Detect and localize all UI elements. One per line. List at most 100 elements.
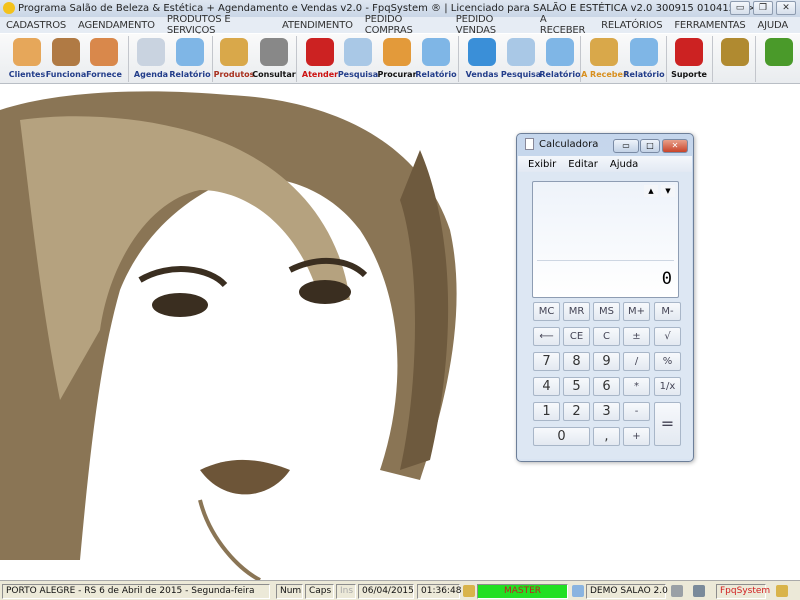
status-location-date: PORTO ALEGRE - RS 6 de Abril de 2015 - S… [2,584,270,599]
toolbar-separator [580,36,581,82]
database-icon [572,585,584,597]
menu-pedido-compras[interactable]: PEDIDO COMPRAS [365,14,444,36]
calc-button-25[interactable]: 0 [533,427,590,446]
exit-icon [765,38,793,66]
search-icon [344,38,372,66]
user-icon-2 [776,585,788,597]
toolbar-button-fornece-2[interactable]: Fornece [84,36,124,82]
printer-icon [422,38,450,66]
window-title: Programa Salão de Beleza & Estética + Ag… [18,3,764,14]
calc-button-6[interactable]: CE [563,327,590,346]
menu-agendamento[interactable]: AGENDAMENTO [78,20,155,31]
toolbar-separator [755,36,756,82]
barcode-icon [260,38,288,66]
calc-button-7[interactable]: C [593,327,620,346]
coin-icon [721,38,749,66]
toolbar: Clientes Funciona Fornece Agenda Relatório Pr… [0,34,800,84]
calc-display-value: 0 [661,269,672,289]
menu-a-receber[interactable]: A RECEBER [540,14,589,36]
minimize-button[interactable]: ▭ [730,1,750,15]
restore-button[interactable]: ❐ [753,1,773,15]
monitor-icon [468,38,496,66]
menu-pedido-vendas[interactable]: PEDIDO VENDAS [456,14,528,36]
status-company: DEMO SALAO 2.0 [586,584,668,599]
menu-cadastros[interactable]: CADASTROS [6,20,66,31]
toolbar-separator [296,36,297,82]
calc-button-15[interactable]: 4 [533,377,560,396]
calendar-icon [137,38,165,66]
menu-produtos-e-servi-os[interactable]: PRODUTOS E SERVIÇOS [167,14,270,36]
calc-button-10[interactable]: 7 [533,352,560,371]
history-up-button[interactable]: ▲ [644,185,658,197]
status-num: Num [276,584,303,599]
toolbar-button-exit-icon-18[interactable] [759,36,799,82]
toolbar-button-suporte-16[interactable]: Suporte [669,36,709,82]
status-user: MASTER [477,584,568,599]
toolbar-separator [666,36,667,82]
supplier-icon [90,38,118,66]
toolbar-button-relat-rio-15[interactable]: Relatório [623,36,665,82]
calc-button-8[interactable]: ± [623,327,650,346]
calc-button-0[interactable]: MC [533,302,560,321]
calc-button-2[interactable]: MS [593,302,620,321]
calculator-title: Calculadora [539,139,599,150]
network-icon[interactable] [693,585,705,597]
close-button[interactable]: ✕ [776,1,796,15]
status-brand: FpqSystem [716,584,770,599]
calc-button-14[interactable]: % [654,352,681,371]
toolbar-button-relat-rio-4[interactable]: Relatório [169,36,211,82]
calculator-window: Calculadora ▭ □ ✕ Exibir Editar Ajuda ▲ … [516,133,694,462]
status-time: 01:36:48 [417,584,461,599]
calc-button-1[interactable]: MR [563,302,590,321]
calculator-icon [525,138,534,150]
status-ins: Ins [336,584,356,599]
calc-button-3[interactable]: M+ [623,302,650,321]
toolbar-separator [128,36,129,82]
toolbar-button-consultar-6[interactable]: Consultar [252,36,296,82]
calc-menu-editar[interactable]: Editar [568,159,598,170]
calc-button-20[interactable]: 1 [533,402,560,421]
employee-icon [52,38,80,66]
support-icon [675,38,703,66]
calc-restore-button[interactable]: □ [640,139,660,153]
boxes-icon [220,38,248,66]
menu-ajuda[interactable]: AJUDA [758,20,789,31]
calc-button-4[interactable]: M- [654,302,681,321]
calc-button-9[interactable]: √ [654,327,681,346]
app-icon [3,2,15,14]
calc-button-11[interactable]: 8 [563,352,590,371]
calc-menu-exibir[interactable]: Exibir [528,159,556,170]
printer-icon [630,38,658,66]
calc-button-5[interactable]: ⟵ [533,327,560,346]
calc-menu-bar: Exibir Editar Ajuda [518,156,692,172]
toolbar-label: Relatório [415,70,457,79]
menu-atendimento[interactable]: ATENDIMENTO [282,20,353,31]
calc-minimize-button[interactable]: ▭ [613,139,639,153]
history-down-button[interactable]: ▼ [661,185,675,197]
calc-button-23[interactable]: - [623,402,650,421]
menu-ferramentas[interactable]: FERRAMENTAS [674,20,745,31]
menu-relat-rios[interactable]: RELATÓRIOS [601,20,662,31]
calc-button-12[interactable]: 9 [593,352,620,371]
toolbar-button-relat-rio-10[interactable]: Relatório [415,36,457,82]
calc-button-21[interactable]: 2 [563,402,590,421]
calc-button-19[interactable]: 1/x [654,377,681,396]
money-icon [590,38,618,66]
status-date: 06/04/2015 [358,584,414,599]
calc-button-24[interactable]: = [654,402,681,446]
printer-icon[interactable] [671,585,683,597]
toolbar-button-relat-rio-13[interactable]: Relatório [539,36,581,82]
user-icon [463,585,475,597]
toolbar-button-coin-icon-17[interactable] [715,36,755,82]
calc-button-17[interactable]: 6 [593,377,620,396]
toolbar-label: Fornece [86,70,122,79]
calc-button-13[interactable]: / [623,352,650,371]
status-bar: PORTO ALEGRE - RS 6 de Abril de 2015 - S… [0,580,800,600]
calc-button-16[interactable]: 5 [563,377,590,396]
calc-button-27[interactable]: + [623,427,650,446]
calc-button-26[interactable]: , [593,427,620,446]
calc-menu-ajuda[interactable]: Ajuda [610,159,638,170]
calc-button-22[interactable]: 3 [593,402,620,421]
calc-close-button[interactable]: ✕ [662,139,688,153]
calc-button-18[interactable]: * [623,377,650,396]
